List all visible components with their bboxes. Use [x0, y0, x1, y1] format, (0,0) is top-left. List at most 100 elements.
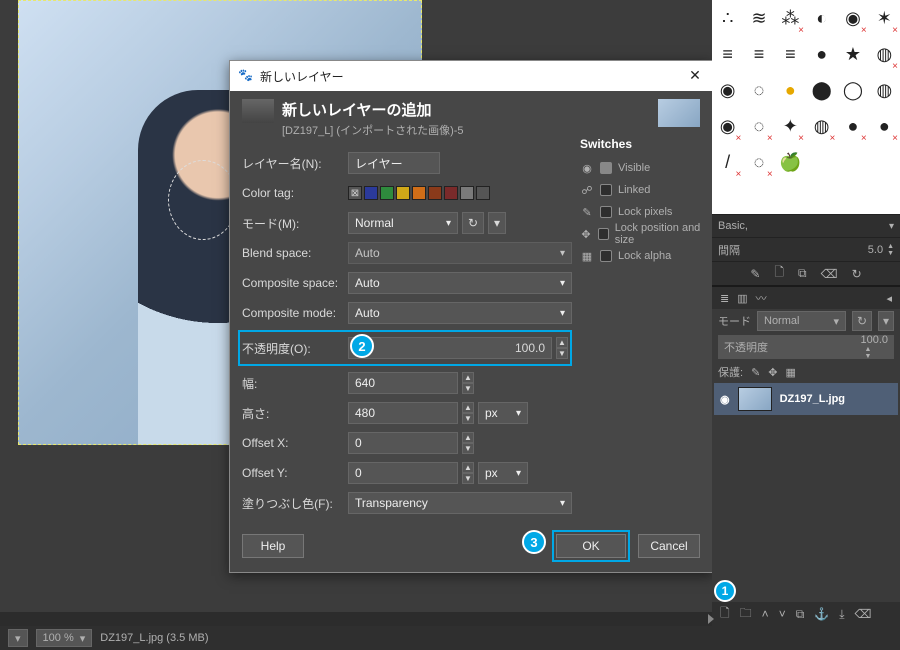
color-tag-blue[interactable]: [364, 186, 378, 200]
offset-y-input[interactable]: 0: [348, 462, 458, 484]
right-dock: ∴≋⁂◐◉✶ ≡≡≡●★◍ ◉◌●⬤◯◍ ◉◌✦◍●● /◌🍏 Basic,▾ …: [712, 0, 900, 650]
width-down[interactable]: ▼: [462, 383, 474, 394]
delete-layer-icon[interactable]: ⌫: [855, 607, 872, 621]
zoom-unit-select[interactable]: ▾: [8, 629, 28, 647]
brush-toolbar[interactable]: ✎ 🗋 ⧉ ⌫ ↻: [712, 261, 900, 285]
brush-preset-bar[interactable]: Basic,▾: [712, 215, 900, 237]
width-label: 幅:: [242, 375, 348, 392]
layer-name-label: レイヤー名(N):: [242, 155, 348, 172]
mode-select[interactable]: Normal▾: [348, 212, 458, 234]
new-brush-icon[interactable]: 🗋: [774, 263, 784, 284]
refresh-brush-icon[interactable]: ↻: [852, 267, 862, 281]
mode-label: モード(M):: [242, 215, 348, 232]
offset-x-input[interactable]: 0: [348, 432, 458, 454]
fill-select[interactable]: Transparency▾: [348, 492, 572, 514]
switch-linked[interactable]: ☍Linked: [580, 179, 708, 201]
switch-lock-pixels[interactable]: ✎Lock pixels: [580, 201, 708, 223]
composite-mode-select[interactable]: Auto▾: [348, 302, 572, 324]
layer-mode-reset[interactable]: ↻: [852, 311, 872, 331]
canvas-hscroll[interactable]: [0, 612, 712, 626]
linked-checkbox[interactable]: [600, 184, 612, 196]
layer-row[interactable]: ◉ DZ197_L.jpg: [714, 383, 898, 415]
height-up[interactable]: ▲: [462, 402, 474, 413]
eye-icon: ◉: [580, 161, 594, 175]
eye-icon[interactable]: ◉: [720, 393, 730, 406]
edit-brush-icon[interactable]: ✎: [750, 267, 760, 281]
offset-y-down[interactable]: ▼: [462, 473, 474, 484]
delete-brush-icon[interactable]: ⌫: [821, 267, 838, 281]
offset-y-unit-select[interactable]: px▾: [478, 462, 528, 484]
offset-x-up[interactable]: ▲: [462, 432, 474, 443]
color-tag-none[interactable]: ⊠: [348, 186, 362, 200]
close-icon[interactable]: ✕: [684, 64, 706, 86]
chevron-down-icon: ▾: [446, 218, 451, 229]
opacity-down[interactable]: ▼: [556, 348, 568, 359]
layers-tab-icon[interactable]: ≣: [720, 292, 729, 305]
composite-mode-label: Composite mode:: [242, 306, 348, 320]
offset-x-down[interactable]: ▼: [462, 443, 474, 454]
composite-space-select[interactable]: Auto▾: [348, 272, 572, 294]
opacity-input[interactable]: 100.0: [348, 337, 552, 359]
layer-thumbnail: [738, 387, 772, 411]
color-tag-label: Color tag:: [242, 186, 348, 200]
color-tag-green[interactable]: [380, 186, 394, 200]
paths-tab-icon[interactable]: 〰: [756, 290, 767, 306]
visible-checkbox[interactable]: [600, 162, 612, 174]
lock-label: 保護:: [718, 364, 743, 380]
merge-down-icon[interactable]: ⤓: [839, 607, 844, 622]
opacity-up[interactable]: ▲: [556, 337, 568, 348]
lock-position-checkbox[interactable]: [598, 228, 609, 240]
lock-pixels-icon[interactable]: ✎: [751, 366, 760, 379]
width-up[interactable]: ▲: [462, 372, 474, 383]
layer-opacity-field[interactable]: 不透明度 100.0▲▼: [718, 335, 894, 359]
layer-name-input[interactable]: [348, 152, 440, 174]
color-tag-gray[interactable]: [460, 186, 474, 200]
switch-lock-position[interactable]: ✥Lock position and size: [580, 223, 708, 245]
mode-menu-button[interactable]: ▾: [488, 212, 506, 234]
color-tag-yellow[interactable]: [396, 186, 410, 200]
color-tag-brown[interactable]: [428, 186, 442, 200]
layer-mode-label: モード: [718, 313, 751, 329]
offset-y-up[interactable]: ▲: [462, 462, 474, 473]
opacity-highlight: 2 不透明度(O): 100.0 ▲▼: [238, 330, 572, 366]
color-tag-dark[interactable]: [476, 186, 490, 200]
ok-button[interactable]: OK: [556, 534, 626, 558]
switch-lock-alpha[interactable]: ▦Lock alpha: [580, 245, 708, 267]
lock-alpha-icon[interactable]: ▦: [786, 366, 796, 379]
duplicate-brush-icon[interactable]: ⧉: [798, 266, 807, 281]
dialog-titlebar[interactable]: 🐾 新しいレイヤー ✕: [230, 61, 712, 91]
status-bar: ▾ 100 % ▾ DZ197_L.jpg (3.5 MB): [0, 626, 900, 650]
new-group-icon[interactable]: 🗀: [740, 604, 752, 625]
layers-tabbar[interactable]: ≣ ▥ 〰 ◂: [712, 285, 900, 309]
mode-reset-button[interactable]: ↻: [462, 212, 484, 234]
color-tag-orange[interactable]: [412, 186, 426, 200]
lock-alpha-checkbox[interactable]: [600, 250, 612, 262]
new-layer-button[interactable]: 🗋 1: [720, 604, 730, 625]
height-down[interactable]: ▼: [462, 413, 474, 424]
offset-x-label: Offset X:: [242, 436, 348, 450]
duplicate-layer-icon[interactable]: ⧉: [796, 607, 805, 622]
width-input[interactable]: 640: [348, 372, 458, 394]
channels-tab-icon[interactable]: ▥: [737, 292, 747, 305]
blend-space-select[interactable]: Auto▾: [348, 242, 572, 264]
height-input[interactable]: 480: [348, 402, 458, 424]
layer-mode-menu[interactable]: ▾: [878, 311, 894, 331]
color-tag-red[interactable]: [444, 186, 458, 200]
height-unit-select[interactable]: px▾: [478, 402, 528, 424]
color-tag-swatches[interactable]: ⊠: [348, 186, 490, 200]
spacing-field[interactable]: 間隔 5.0▲▼: [712, 237, 900, 261]
raise-layer-icon[interactable]: ˄: [762, 607, 769, 621]
brush-grid[interactable]: ∴≋⁂◐◉✶ ≡≡≡●★◍ ◉◌●⬤◯◍ ◉◌✦◍●● /◌🍏: [712, 0, 900, 215]
scroll-right-icon[interactable]: [708, 614, 714, 624]
lock-pixels-checkbox[interactable]: [600, 206, 612, 218]
help-button[interactable]: Help: [242, 534, 304, 558]
anchor-layer-icon[interactable]: ⚓: [814, 607, 829, 621]
tab-menu-icon[interactable]: ◂: [886, 292, 892, 305]
layer-mode-select[interactable]: Normal▾: [757, 311, 846, 331]
switch-visible[interactable]: ◉Visible: [580, 157, 708, 179]
layer-toolbar[interactable]: 🗋 1 🗀 ˄ ˅ ⧉ ⚓ ⤓ ⌫: [712, 602, 900, 626]
lock-position-icon[interactable]: ✥: [768, 366, 777, 379]
cancel-button[interactable]: Cancel: [638, 534, 700, 558]
lower-layer-icon[interactable]: ˅: [779, 607, 786, 621]
zoom-select[interactable]: 100 % ▾: [36, 629, 93, 647]
